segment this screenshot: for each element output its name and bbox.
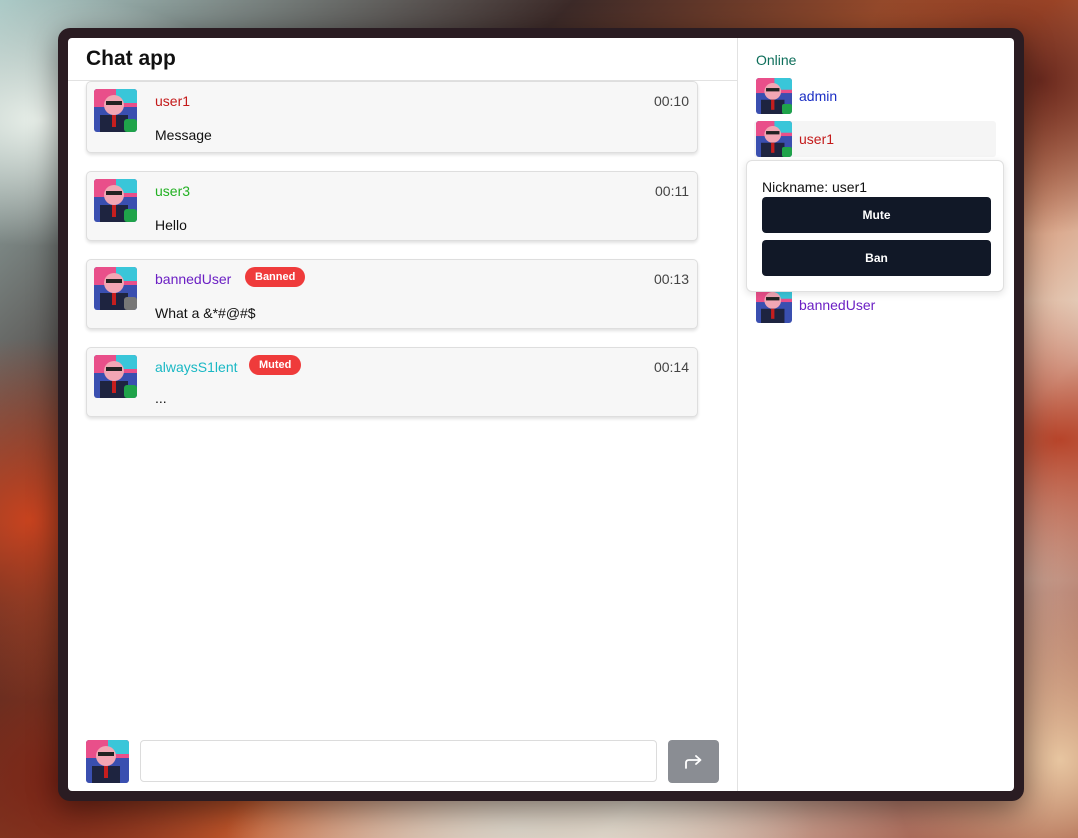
message-input[interactable]: [140, 740, 657, 782]
user-name: admin: [799, 88, 838, 104]
popover-nickname: Nickname: user1: [762, 179, 868, 195]
avatar[interactable]: [94, 179, 137, 222]
message-text: Hello: [155, 217, 187, 233]
avatar: [756, 121, 792, 157]
user-actions-popover: Nickname: user1 Mute Ban: [746, 160, 1004, 292]
message-text: ...: [155, 390, 167, 406]
avatar[interactable]: [94, 89, 137, 132]
online-status-dot: [782, 147, 792, 157]
chat-app: Chat app user1 00:10 Message user3 00:11…: [68, 38, 1014, 791]
send-button[interactable]: [668, 740, 719, 783]
message-time: 00:11: [655, 183, 689, 199]
avatar-image: [86, 740, 129, 783]
online-status-dot: [124, 209, 137, 222]
user-name: bannedUser: [799, 297, 876, 313]
message-author[interactable]: user3: [155, 183, 190, 199]
message-author[interactable]: bannedUser: [155, 271, 231, 287]
avatar[interactable]: [94, 267, 137, 310]
user-list-item[interactable]: admin: [754, 78, 996, 114]
own-avatar: [86, 740, 129, 783]
message-list: user1 00:10 Message user3 00:11 Hello ba…: [86, 81, 700, 435]
message-card: alwaysS1lent Muted 00:14 ...: [86, 347, 698, 417]
message-time: 00:14: [653, 359, 689, 375]
banned-badge: Banned: [245, 267, 306, 287]
muted-badge: Muted: [249, 355, 302, 375]
message-text: Message: [155, 127, 212, 143]
user-list-item[interactable]: bannedUser: [754, 287, 996, 323]
message-time: 00:13: [653, 271, 689, 287]
message-author[interactable]: user1: [155, 93, 190, 109]
avatar[interactable]: [94, 355, 137, 398]
online-status-dot: [124, 119, 137, 132]
message-card: bannedUser Banned 00:13 What a &*#@#$: [86, 259, 698, 329]
online-heading: Online: [756, 52, 797, 68]
chat-pane: Chat app user1 00:10 Message user3 00:11…: [68, 38, 738, 791]
message-card: user1 00:10 Message: [86, 81, 698, 153]
online-status-dot: [782, 104, 792, 114]
user-name: user1: [799, 131, 835, 147]
share-arrow-icon: [684, 754, 701, 769]
composer: [86, 740, 719, 783]
mute-button[interactable]: Mute: [762, 197, 991, 233]
message-text: What a &*#@#$: [155, 305, 256, 321]
ban-button[interactable]: Ban: [762, 240, 991, 276]
avatar: [756, 287, 792, 323]
message-card: user3 00:11 Hello: [86, 171, 698, 241]
avatar: [756, 78, 792, 114]
message-time: 00:10: [653, 93, 689, 109]
banned-status-dot: [124, 297, 137, 310]
online-users-pane: Online admin user1 bannedUser Nickname: …: [738, 38, 1014, 791]
chat-header: Chat app: [68, 38, 737, 81]
avatar-image: [756, 287, 792, 323]
online-status-dot: [124, 385, 137, 398]
message-author[interactable]: alwaysS1lent: [155, 359, 238, 375]
user-list-item-selected[interactable]: user1: [754, 121, 996, 157]
page-title: Chat app: [86, 47, 176, 70]
